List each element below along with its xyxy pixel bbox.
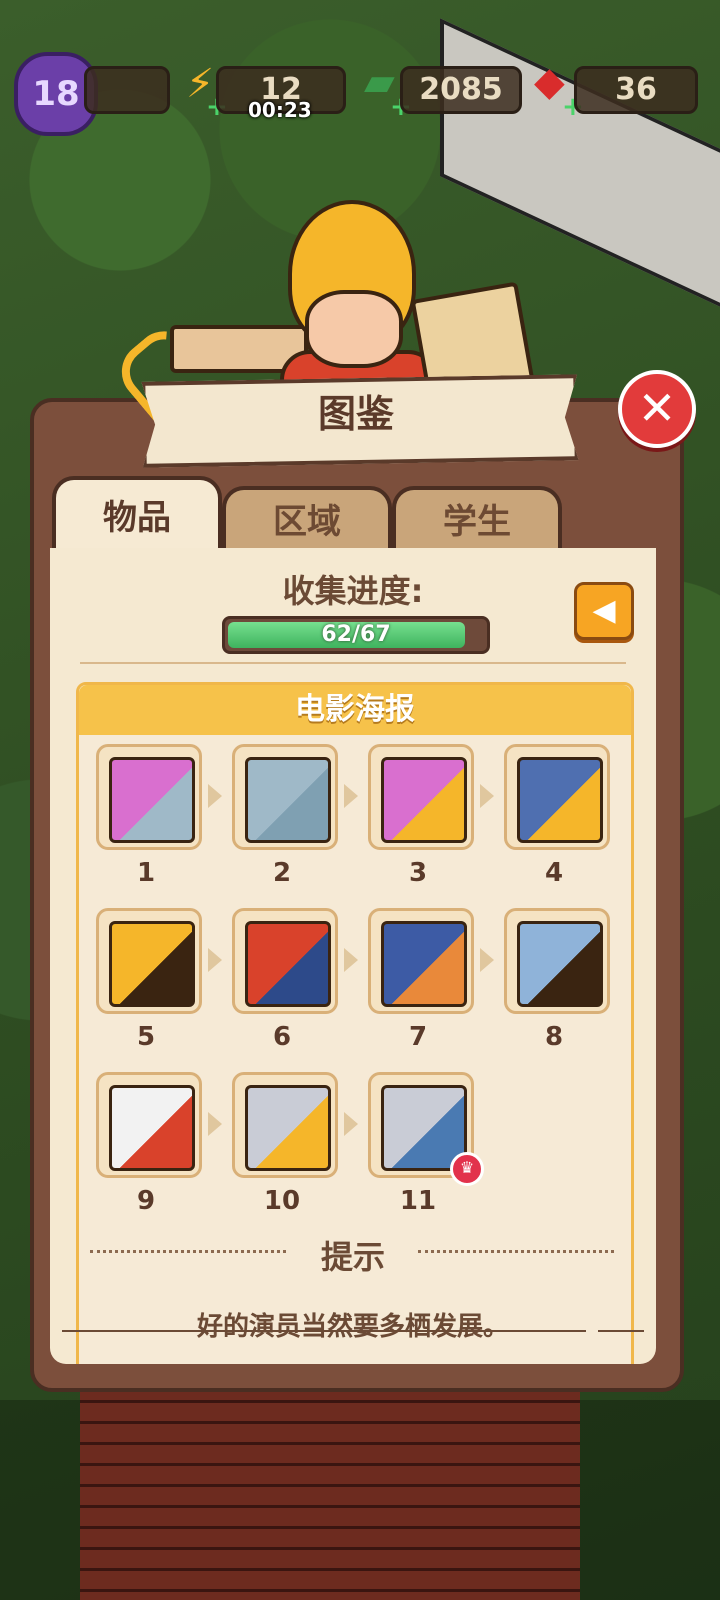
chevron-left-icon: ◀ <box>592 593 616 628</box>
poster-item[interactable] <box>96 744 202 850</box>
divider <box>80 662 626 664</box>
poster-number: 5 <box>136 1022 156 1052</box>
poster-number: 10 <box>263 1186 301 1216</box>
poster-number: 8 <box>544 1022 564 1052</box>
close-button[interactable]: ✕ <box>618 370 696 448</box>
poster-number: 2 <box>272 858 292 888</box>
chevron-right-icon <box>344 1112 358 1136</box>
poster-art <box>245 1085 331 1171</box>
poster-item[interactable] <box>96 1072 202 1178</box>
tab-students[interactable]: 学生 <box>392 486 562 556</box>
poster-art <box>517 921 603 1007</box>
poster-art <box>109 1085 195 1171</box>
poster-art <box>245 921 331 1007</box>
tab-items[interactable]: 物品 <box>52 476 222 556</box>
poster-number: 1 <box>136 858 156 888</box>
gem-icon: ◆ <box>534 59 565 105</box>
chevron-right-icon <box>344 948 358 972</box>
hint-divider-right <box>418 1250 614 1255</box>
poster-number: 6 <box>272 1022 292 1052</box>
poster-item[interactable] <box>232 1072 338 1178</box>
panel-title: 图鉴 <box>317 392 394 436</box>
progress-text: 62/67 <box>321 622 391 647</box>
poster-number: 4 <box>544 858 564 888</box>
back-button[interactable]: ◀ <box>574 582 634 640</box>
hint-title: 提示 <box>320 1238 385 1276</box>
poster-art <box>381 757 467 843</box>
poster-item[interactable] <box>368 744 474 850</box>
chevron-right-icon <box>480 948 494 972</box>
character-face <box>305 290 403 368</box>
poster-number: 3 <box>408 858 428 888</box>
hint-text: 好的演员当然要多栖发展。 <box>196 1312 509 1342</box>
energy-timer: 00:23 <box>248 98 312 122</box>
poster-number: 11 <box>399 1186 437 1216</box>
level-progress-bar <box>84 66 170 114</box>
gem-counter[interactable]: 36 <box>574 66 698 114</box>
poster-art <box>109 921 195 1007</box>
background-brick-wall <box>80 1390 580 1600</box>
category-title: 电影海报 <box>79 685 631 735</box>
poster-art <box>245 757 331 843</box>
reading-character-illustration <box>170 200 550 418</box>
poster-art <box>381 921 467 1007</box>
bottom-divider-left <box>62 1330 586 1332</box>
poster-art <box>517 757 603 843</box>
chevron-right-icon <box>208 1112 222 1136</box>
bottom-divider-right <box>598 1330 644 1332</box>
chevron-right-icon <box>344 784 358 808</box>
chevron-right-icon <box>208 784 222 808</box>
progress-label: 收集进度: <box>282 572 424 610</box>
close-icon: ✕ <box>637 381 677 435</box>
panel-content: 收集进度: 62/67 ◀ 电影海报 1 2 3 4 5 6 7 8 9 10 11 提示 好的演员… <box>50 548 656 1364</box>
poster-item[interactable] <box>504 908 610 1014</box>
crown-badge-icon: ♛ <box>450 1152 484 1186</box>
tab-areas[interactable]: 区域 <box>222 486 392 556</box>
poster-item[interactable] <box>96 908 202 1014</box>
chevron-right-icon <box>480 784 494 808</box>
poster-item[interactable] <box>232 744 338 850</box>
progress-bar: 62/67 <box>222 616 490 654</box>
cash-counter[interactable]: 2085 <box>400 66 522 114</box>
poster-art <box>109 757 195 843</box>
poster-item[interactable] <box>504 744 610 850</box>
poster-number: 7 <box>408 1022 428 1052</box>
poster-item[interactable] <box>232 908 338 1014</box>
poster-number: 9 <box>136 1186 156 1216</box>
poster-item[interactable] <box>368 908 474 1014</box>
chevron-right-icon <box>208 948 222 972</box>
